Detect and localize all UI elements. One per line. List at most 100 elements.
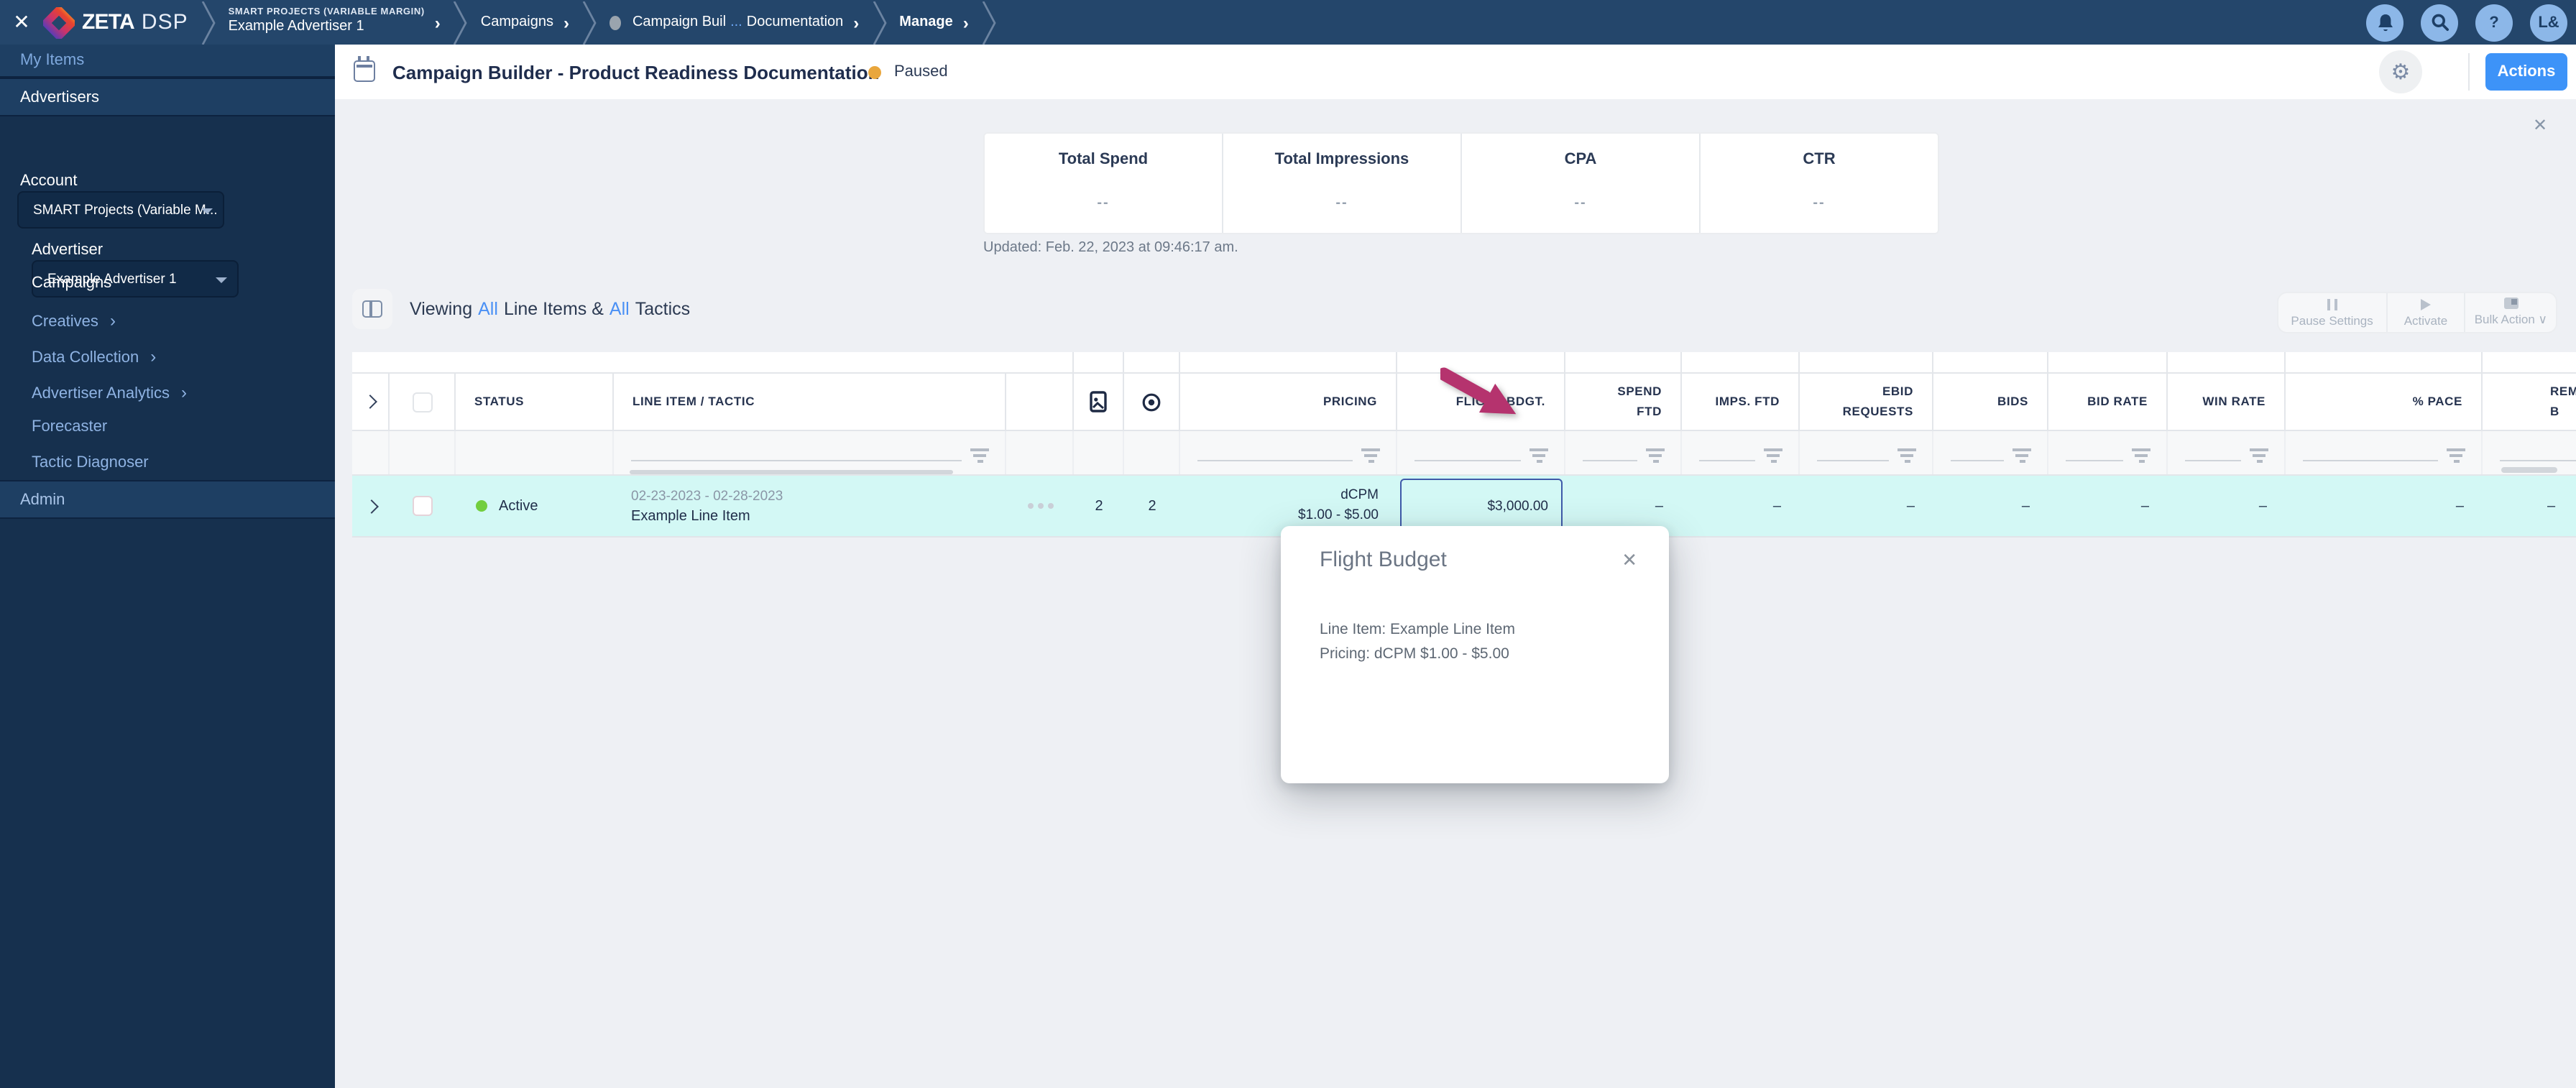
filter-input[interactable]	[1699, 460, 1755, 461]
stat-total-spend: Total Spend --	[985, 134, 1222, 233]
filter-icon[interactable]	[2132, 448, 2150, 463]
filter-input[interactable]	[1951, 460, 2004, 461]
filter-input[interactable]	[1817, 460, 1889, 461]
viewing-all-tactics-link[interactable]: All	[610, 299, 630, 319]
sidebar-item-creatives[interactable]: Creatives	[32, 310, 116, 331]
app-root: ZETA DSP SMART PROJECTS (VARIABLE MARGIN…	[0, 0, 2576, 1088]
expand-all-cell[interactable]	[352, 374, 390, 430]
filter-icon[interactable]	[1764, 448, 1782, 463]
column-header-creatives[interactable]	[1074, 374, 1124, 430]
layout-panes-button[interactable]	[352, 289, 392, 329]
sidebar-item-tactic-diagnoser[interactable]: Tactic Diagnoser	[32, 454, 149, 471]
bulk-action-label: Bulk Action ∨	[2474, 312, 2547, 326]
filter-input[interactable]	[1583, 460, 1637, 461]
row-expand-cell[interactable]	[352, 476, 390, 536]
filter-cell-bids	[1933, 431, 2048, 474]
sidebar-item-admin[interactable]: Admin	[0, 480, 335, 519]
filter-icon[interactable]	[970, 448, 989, 463]
sidebar-item-data-collection[interactable]: Data Collection	[32, 346, 156, 366]
filter-icon[interactable]	[2447, 448, 2465, 463]
checkbox	[413, 496, 433, 516]
select-all-cell[interactable]	[390, 374, 456, 430]
pause-settings-button[interactable]: Pause Settings	[2278, 293, 2386, 332]
column-header-ebid-requests[interactable]: EBID REQUESTS	[1800, 374, 1933, 430]
chevron-right-icon	[364, 499, 378, 513]
sidebar-item-my-items[interactable]: My Items	[0, 43, 335, 78]
settings-button[interactable]: ⚙	[2379, 50, 2422, 93]
column-header-spend-ftd[interactable]: SPEND FTD	[1565, 374, 1682, 430]
column-header-win-rate[interactable]: WIN RATE	[2168, 374, 2286, 430]
notifications-button[interactable]	[2366, 4, 2404, 41]
sidebar-item-advertisers[interactable]: Advertisers	[0, 78, 335, 116]
filter-icon[interactable]	[1646, 448, 1665, 463]
filter-icon[interactable]	[1530, 448, 1548, 463]
row-actions-dots-icon[interactable]	[1006, 476, 1074, 536]
filter-input[interactable]	[2066, 460, 2123, 461]
annotation-arrow-icon	[1440, 367, 1517, 415]
sidebar-item-advertiser-analytics[interactable]: Advertiser Analytics	[32, 382, 187, 402]
bulk-action-button[interactable]: Bulk Action ∨	[2464, 293, 2556, 332]
filter-input[interactable]	[2185, 460, 2241, 461]
target-icon	[1142, 392, 1161, 411]
search-button[interactable]	[2421, 4, 2458, 41]
sidebar-item-forecaster[interactable]: Forecaster	[32, 418, 107, 435]
nav-actions: ? L&	[2366, 4, 2567, 41]
banner-close-icon[interactable]	[2533, 115, 2547, 135]
stat-cpa: CPA --	[1460, 134, 1699, 233]
filter-cell-win-rate	[2168, 431, 2286, 474]
breadcrumb-manage[interactable]: Manage	[899, 12, 968, 32]
breadcrumb-campaigns-label: Campaigns	[480, 14, 553, 30]
row-imps-ftd-cell: –	[1772, 498, 1781, 514]
activate-button[interactable]: Activate	[2386, 293, 2464, 332]
column-header-remaining-budget[interactable]: REM B	[2483, 374, 2576, 430]
horizontal-scrollbar-thumb[interactable]	[630, 470, 953, 474]
stat-value: --	[1574, 195, 1587, 211]
column-header-tactics[interactable]	[1124, 374, 1180, 430]
filter-input[interactable]	[1197, 460, 1353, 461]
filter-icon[interactable]	[1898, 448, 1916, 463]
column-header-line-item[interactable]: LINE ITEM / TACTIC	[614, 374, 1006, 430]
chevron-right-icon	[843, 12, 859, 32]
actions-button[interactable]: Actions	[2485, 53, 2567, 91]
breadcrumb-campaign[interactable]: Campaign Buil ... Documentation	[609, 12, 859, 32]
filter-icon[interactable]	[2012, 448, 2031, 463]
viewing-all-line-items-link[interactable]: All	[478, 299, 498, 319]
column-header-imps-ftd[interactable]: IMPS. FTD	[1682, 374, 1800, 430]
filter-cell-bid-rate	[2048, 431, 2168, 474]
filter-input[interactable]	[2303, 460, 2438, 461]
filter-cell-imps-ftd	[1682, 431, 1800, 474]
filter-input[interactable]	[1414, 460, 1521, 461]
column-header-pace[interactable]: % PACE	[2286, 374, 2483, 430]
column-header-status[interactable]: STATUS	[456, 374, 614, 430]
breadcrumb-campaigns[interactable]: Campaigns	[481, 12, 569, 32]
flight-budget-input[interactable]: $3,000.00	[1400, 479, 1563, 533]
account-select[interactable]: SMART Projects (Variable M...	[17, 191, 224, 229]
help-button[interactable]: ?	[2475, 4, 2513, 41]
sidebar-admin-label: Admin	[20, 491, 65, 508]
chevron-down-icon	[201, 208, 213, 214]
column-header-bid-rate[interactable]: BID RATE	[2048, 374, 2168, 430]
stat-value: --	[1097, 195, 1110, 211]
filter-icon[interactable]	[2250, 448, 2268, 463]
breadcrumb-account[interactable]: SMART PROJECTS (VARIABLE MARGIN) Example…	[229, 7, 441, 37]
horizontal-scrollbar-thumb[interactable]	[2501, 467, 2557, 473]
account-label: Account	[20, 172, 78, 190]
column-header-pricing[interactable]: PRICING	[1180, 374, 1397, 430]
breadcrumb-ellipsis: ...	[730, 14, 742, 30]
filter-input[interactable]	[2500, 460, 2576, 461]
user-avatar[interactable]: L&	[2530, 4, 2567, 41]
stat-label: CPA	[1564, 151, 1597, 168]
filter-input[interactable]	[631, 460, 962, 461]
row-status-cell: Active	[456, 476, 614, 536]
column-header-bids[interactable]: BIDS	[1933, 374, 2048, 430]
row-select-cell[interactable]	[390, 476, 456, 536]
sidebar-item-campaigns[interactable]: Campaigns	[32, 275, 111, 292]
filter-icon[interactable]	[1361, 448, 1380, 463]
sidebar-my-items-label: My Items	[20, 52, 85, 69]
nav-close-icon[interactable]	[10, 10, 33, 34]
popup-close-icon[interactable]	[1622, 549, 1637, 572]
document-icon	[1090, 391, 1107, 412]
table-filter-row	[352, 431, 2576, 476]
row-line-item-cell[interactable]: 02-23-2023 - 02-28-2023 Example Line Ite…	[614, 476, 1006, 536]
viewing-prefix: Viewing	[410, 299, 473, 319]
